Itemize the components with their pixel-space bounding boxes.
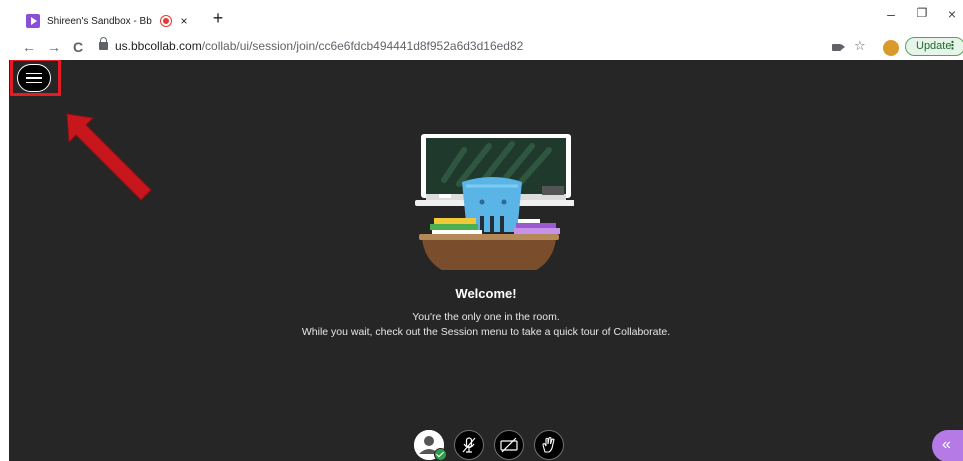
raise-hand-icon [542,436,555,453]
raise-hand-button[interactable] [534,430,564,460]
collaborate-session: Welcome! You're the only one in the room… [9,60,963,461]
session-controls [414,430,574,461]
recording-indicator-icon [161,16,171,26]
window-close-button[interactable]: × [941,6,963,22]
left-margin [0,60,9,461]
browser-menu-icon: ⋮ [947,40,958,52]
bookmark-star-icon[interactable]: ☆ [854,38,866,54]
collaborate-favicon-icon [26,14,40,28]
my-status-button[interactable] [414,430,447,461]
collaborate-panel-toggle[interactable]: « [932,430,963,461]
update-button[interactable]: Update ⋮ [905,37,963,56]
browser-address-bar: ← → C us.bbcollab.com/collab/ui/session/… [0,33,963,60]
camera-in-use-icon[interactable] [832,44,845,51]
minimize-button[interactable]: – [880,6,902,22]
hamburger-menu-icon [26,72,42,75]
microphone-muted-icon [462,437,476,453]
tab-title: Shireen's Sandbox - Bb Colla [47,15,155,27]
session-menu-button[interactable] [17,64,51,92]
back-button[interactable]: ← [20,38,38,56]
status-check-icon [434,448,447,461]
classroom-illustration [415,134,574,270]
profile-avatar-icon[interactable] [883,40,899,56]
url-host: us.bbcollab.com [115,39,202,53]
reload-button[interactable]: C [69,38,87,56]
welcome-title: Welcome! [455,286,517,301]
browser-tab[interactable]: Shireen's Sandbox - Bb Colla × [21,9,197,33]
camera-button[interactable] [494,430,524,460]
forward-button[interactable]: → [45,38,63,56]
camera-off-icon [500,437,518,453]
url-field[interactable]: us.bbcollab.com/collab/ui/session/join/c… [115,39,523,53]
maximize-button[interactable]: ❐ [911,6,933,20]
welcome-message-line-2: While you wait, check out the Session me… [301,326,671,338]
welcome-message-line-1: You're the only one in the room. [412,311,560,323]
new-tab-button[interactable]: + [208,9,228,29]
tab-close-button[interactable]: × [177,14,191,28]
red-arrow-annotation [66,113,152,201]
browser-tab-bar: Shireen's Sandbox - Bb Colla × + – ❐ × [0,0,963,33]
microphone-button[interactable] [454,430,484,460]
lock-icon [99,37,108,50]
url-path: /collab/ui/session/join/cc6e6fdcb494441d… [201,39,524,53]
